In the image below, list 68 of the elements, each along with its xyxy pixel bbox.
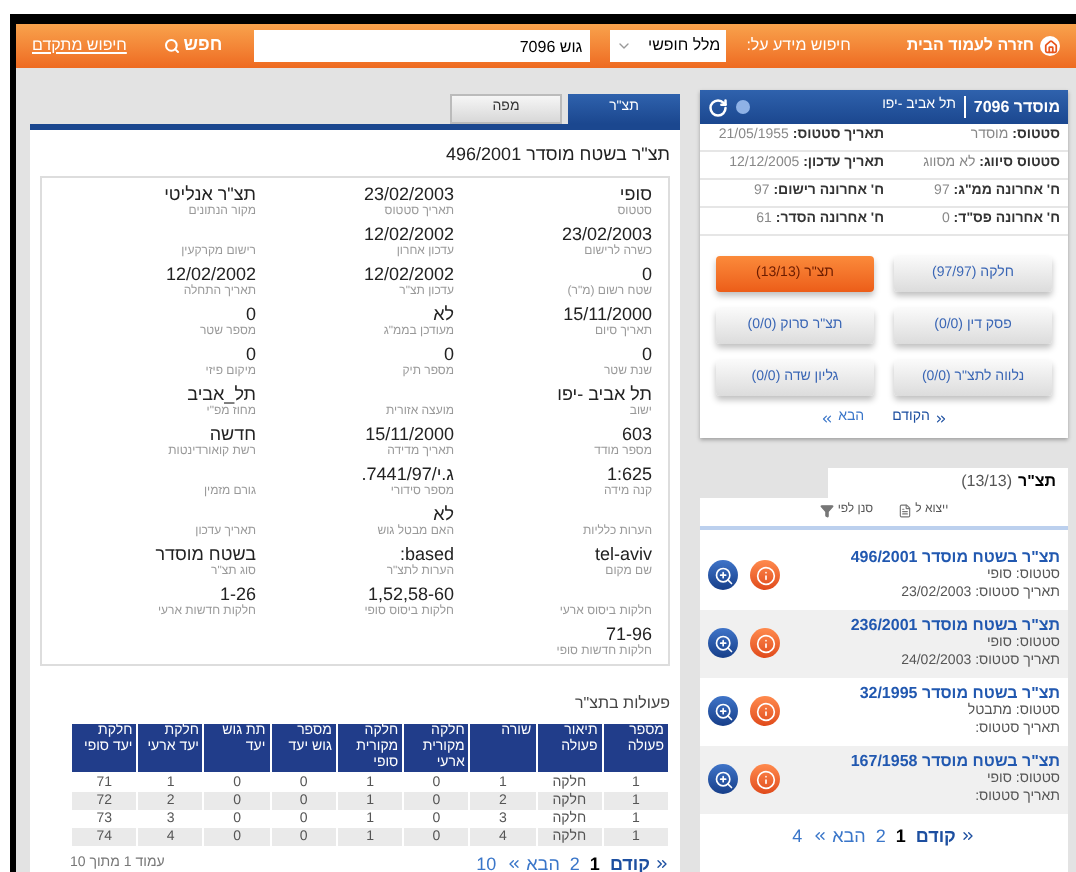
zoom-in-icon[interactable]: [708, 628, 738, 658]
field-value: 12/02/2002: [363, 223, 454, 243]
next-page-link[interactable]: הבא: [812, 823, 866, 850]
double-chevron-icon: [506, 856, 523, 872]
field-value: בשטח מוסדר: [155, 543, 256, 563]
field-value: סופי: [619, 183, 652, 203]
field-value: תל אביב -יפו: [557, 383, 652, 403]
double-chevron-icon: [654, 856, 670, 872]
next-page-link[interactable]: הבא: [506, 851, 560, 872]
refresh-icon[interactable]: [708, 97, 728, 117]
field-value: ג.י/7441/97.: [361, 463, 454, 483]
field-value: 0: [641, 343, 652, 363]
plan-link[interactable]: תצ"ר בשטח מוסדר 32/1995: [780, 684, 1060, 702]
double-chevron-icon: [933, 411, 948, 426]
field-value: 12/02/2002: [165, 263, 256, 283]
plan-title: תצ"ר בשטח מוסדר 496/2001: [444, 142, 670, 168]
search-icon: [163, 38, 180, 54]
page-link[interactable]: 1: [589, 851, 600, 872]
info-icon[interactable]: [750, 560, 780, 590]
home-icon: [1040, 36, 1060, 56]
field-value: 15/11/2000: [365, 423, 454, 443]
field-value: 23/02/2003: [561, 223, 652, 243]
actions-title: פעולות בתצ"ר: [573, 691, 670, 715]
search-type-dropdown[interactable]: מלל חופשי: [610, 30, 727, 62]
field-value: 1-26: [219, 583, 256, 603]
plan-link[interactable]: תצ"ר בשטח מוסדר 167/1958: [780, 752, 1060, 770]
document-icon: [897, 504, 912, 518]
field-value: 1,52,58-60: [367, 583, 454, 603]
search-label: חיפוש מידע על:: [746, 34, 851, 58]
double-chevron-icon: [812, 828, 829, 845]
field-value: לא: [433, 503, 454, 523]
panel-title: מוסדר 7096: [973, 95, 1060, 119]
filter-icon: [819, 504, 834, 518]
last-page-link[interactable]: 4: [792, 823, 803, 850]
double-chevron-icon: [959, 828, 976, 845]
info-icon[interactable]: [750, 696, 780, 726]
zoom-in-icon[interactable]: [708, 560, 738, 590]
double-chevron-icon: [820, 411, 835, 426]
page-link[interactable]: 2: [569, 851, 580, 872]
field-value: לא: [433, 303, 454, 323]
field-value: 0: [641, 263, 652, 283]
last-page-link[interactable]: 10: [476, 851, 497, 872]
info-icon[interactable]: [750, 628, 780, 658]
field-value: based:: [399, 543, 454, 563]
plan-link[interactable]: תצ"ר בשטח מוסדר 496/2001: [780, 548, 1060, 566]
field-value: תל_אביב: [187, 383, 256, 403]
field-value: 12/02/2002: [363, 263, 454, 283]
plan-link[interactable]: תצ"ר בשטח מוסדר 236/2001: [780, 616, 1060, 634]
field-value: 0: [245, 343, 256, 363]
previous-page-link[interactable]: קודם: [915, 823, 976, 850]
field-value: 0: [443, 343, 454, 363]
field-value: 0: [245, 303, 256, 323]
page-link[interactable]: 1: [895, 823, 906, 850]
field-value: 23/02/2003: [363, 183, 454, 203]
field-value: 71-96: [605, 623, 652, 643]
info-icon[interactable]: [750, 764, 780, 794]
zoom-in-icon[interactable]: [708, 764, 738, 794]
field-value: 15/11/2000: [563, 303, 652, 323]
field-value: tel-aviv: [594, 543, 652, 563]
page-link[interactable]: 2: [875, 823, 886, 850]
previous-page-link[interactable]: קודם: [609, 851, 670, 872]
zoom-in-icon[interactable]: [708, 696, 738, 726]
caret-icon: [616, 38, 633, 54]
field-value: תצ"ר אנליטי: [164, 183, 256, 203]
field-value: 603: [621, 423, 652, 443]
field-value: 1:625: [606, 463, 652, 483]
search-field[interactable]: גוש 7096: [254, 30, 591, 62]
field-value: חדשה: [209, 423, 256, 443]
